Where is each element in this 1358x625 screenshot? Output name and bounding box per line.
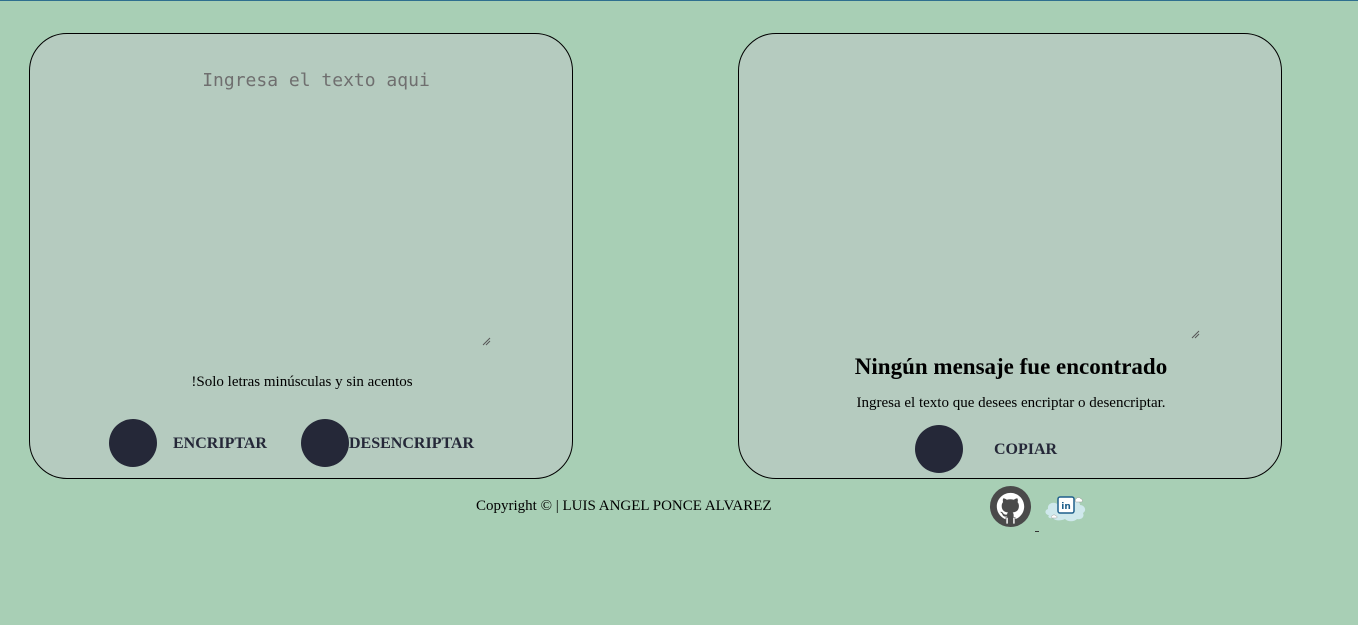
- output-panel: Ningún mensaje fue encontrado Ingresa el…: [738, 33, 1282, 479]
- copyright-text: Copyright © | LUIS ANGEL PONCE ALVAREZ: [476, 498, 772, 514]
- decrypt-button[interactable]: [301, 419, 349, 467]
- empty-state-title: Ningún mensaje fue encontrado: [854, 354, 1168, 379]
- text-input[interactable]: [140, 70, 492, 346]
- resize-handle-icon[interactable]: [1191, 330, 1200, 339]
- top-border-line: [0, 0, 1358, 1]
- encrypt-button[interactable]: [109, 419, 157, 467]
- encrypt-panel: !Solo letras minúsculas y sin acentos EN…: [29, 33, 573, 479]
- svg-text:in: in: [1061, 502, 1071, 512]
- encrypt-button-label[interactable]: ENCRIPTAR: [173, 435, 267, 453]
- divider-mark: [1035, 531, 1039, 532]
- linkedin-icon[interactable]: in: [1043, 489, 1089, 525]
- resize-handle-icon[interactable]: [482, 337, 491, 346]
- copy-button-label[interactable]: COPIAR: [994, 441, 1057, 459]
- output-text-area[interactable]: [759, 54, 1199, 336]
- copy-button[interactable]: [915, 425, 963, 473]
- empty-state-subtitle: Ingresa el texto que desees encriptar o …: [856, 395, 1166, 411]
- decrypt-button-label[interactable]: DESENCRIPTAR: [349, 435, 474, 453]
- input-hint: !Solo letras minúsculas y sin acentos: [191, 374, 413, 390]
- github-icon[interactable]: [989, 485, 1032, 528]
